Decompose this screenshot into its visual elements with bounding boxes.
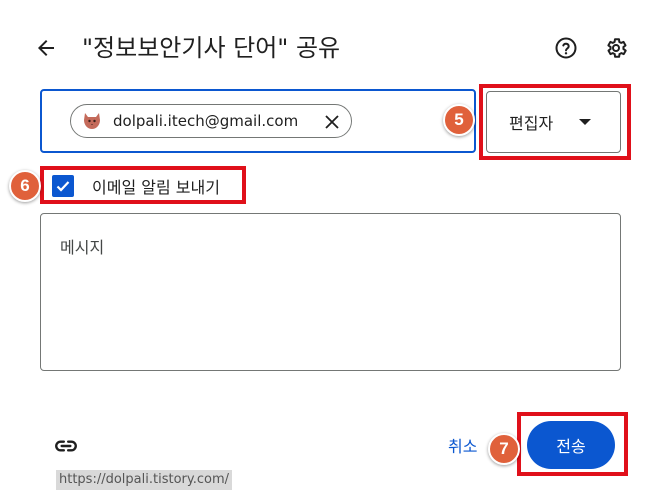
dialog-header: "정보보안기사 단어" 공유: [0, 24, 653, 72]
arrow-back-icon: [38, 40, 54, 56]
role-selected: 편집자: [509, 114, 554, 133]
settings-button[interactable]: [602, 34, 630, 62]
role-dropdown[interactable]: 편집자: [486, 91, 621, 153]
cat-avatar-icon: [79, 108, 105, 134]
watermark: https://dolpali.tistory.com/: [56, 470, 232, 490]
recipient-email: dolpali.itech@gmail.com: [113, 112, 299, 130]
dialog-title: "정보보안기사 단어" 공유: [82, 34, 341, 62]
share-dialog: "정보보안기사 단어" 공유 dolpali.itech@gmail.com 편…: [0, 0, 653, 503]
message-placeholder: 메시지: [60, 238, 105, 257]
recipient-chip[interactable]: dolpali.itech@gmail.com: [70, 104, 352, 138]
link-icon: [55, 440, 77, 452]
step-badge-7: 7: [488, 433, 520, 465]
step-badge-5: 5: [443, 104, 475, 136]
cancel-button[interactable]: 취소: [448, 433, 477, 461]
help-button[interactable]: [552, 34, 580, 62]
recipient-input[interactable]: dolpali.itech@gmail.com: [40, 89, 476, 153]
close-icon: [325, 115, 339, 129]
send-button[interactable]: 전송: [527, 421, 615, 469]
caret-down-icon: [579, 119, 591, 125]
notify-checkbox[interactable]: [52, 175, 74, 197]
help-circle-icon: [555, 37, 577, 59]
gear-icon: [607, 38, 627, 58]
check-icon: [56, 181, 70, 192]
back-button[interactable]: [28, 32, 64, 64]
message-textarea[interactable]: 메시지: [40, 213, 621, 371]
remove-recipient-button[interactable]: [321, 111, 343, 133]
copy-link-button[interactable]: [52, 432, 80, 460]
step-badge-6: 6: [9, 170, 41, 202]
notify-label[interactable]: 이메일 알림 보내기: [92, 174, 220, 198]
